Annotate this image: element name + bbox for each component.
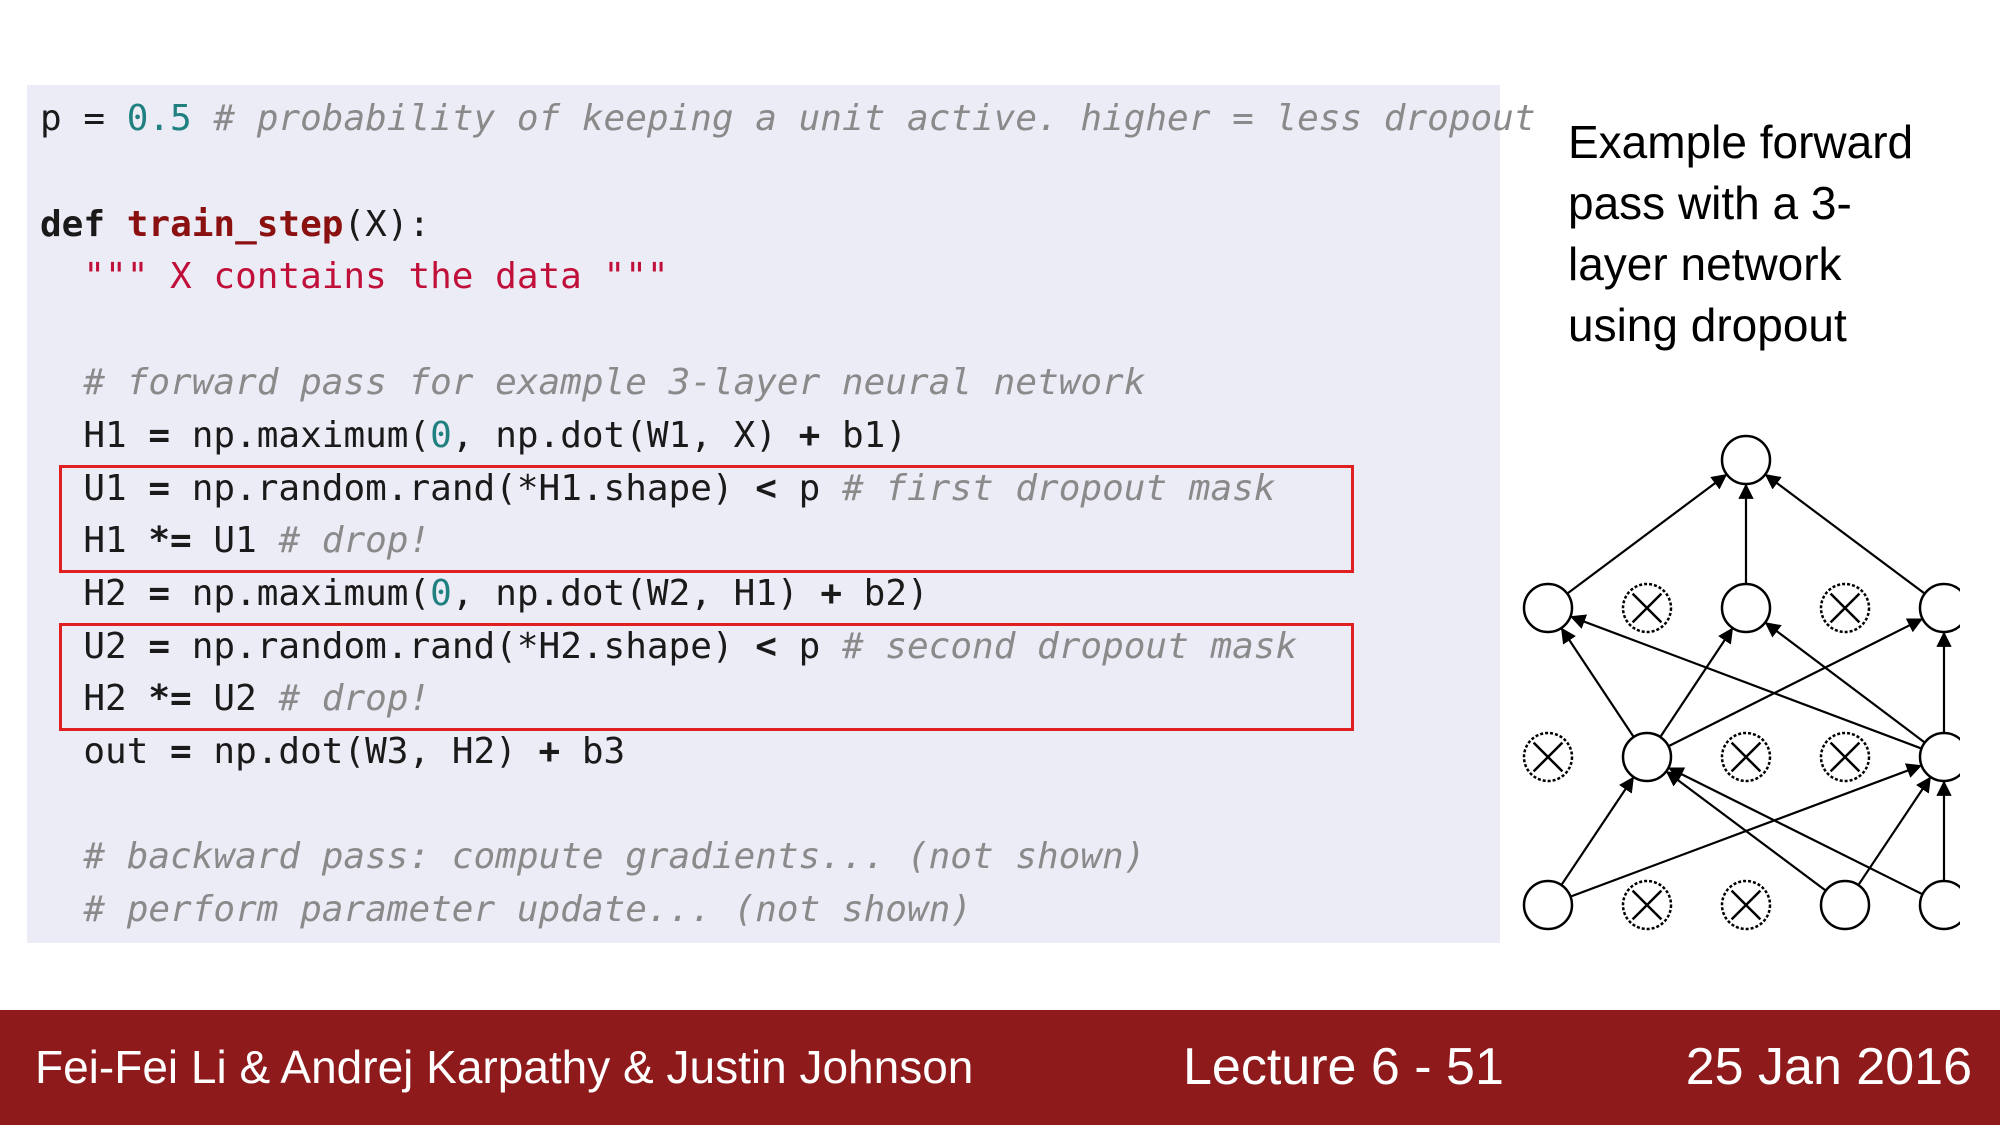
code-token: out — [40, 731, 171, 772]
code-comment: # forward pass for example 3-layer neura… — [40, 362, 1146, 403]
code-block: p = 0.5 # probability of keeping a unit … — [27, 85, 1536, 943]
code-operator: = — [170, 731, 192, 772]
code-token: b3 — [560, 731, 626, 772]
code-operator: + — [820, 573, 842, 614]
code-keyword: def — [40, 204, 106, 245]
highlight-box-first-mask — [59, 465, 1354, 573]
network-edge — [1560, 776, 1635, 886]
slide: p = 0.5 # probability of keeping a unit … — [0, 0, 2000, 1125]
network-edge — [1764, 622, 1926, 744]
footer-bar: Fei-Fei Li & Andrej Karpathy & Justin Jo… — [0, 1010, 2000, 1125]
code-comment: # backward pass: compute gradients... (n… — [40, 836, 1146, 877]
code-token: , np.dot(W1, X) — [451, 415, 799, 456]
code-operator: + — [538, 731, 561, 772]
dropped-unit-node — [1819, 582, 1871, 634]
code-token: H1 — [40, 415, 149, 456]
dropped-unit-node — [1621, 582, 1673, 634]
code-number: 0 — [430, 573, 452, 614]
network-edge — [1857, 776, 1932, 886]
dropped-unit-node — [1522, 731, 1574, 783]
code-operator: + — [798, 415, 821, 456]
footer-authors: Fei-Fei Li & Andrej Karpathy & Justin Jo… — [35, 1041, 974, 1093]
code-token: b2) — [842, 573, 929, 614]
code-token: , np.dot(W2, H1) — [451, 573, 821, 614]
active-unit-node — [1621, 731, 1673, 783]
code-token: np.maximum( — [170, 573, 431, 614]
code-line-3: """ X contains the data """ — [40, 255, 669, 299]
network-edge — [1667, 618, 1924, 748]
network-edge — [1560, 627, 1635, 738]
active-unit-node — [1720, 434, 1772, 486]
code-number: 0 — [430, 415, 452, 456]
side-caption-line: layer network — [1568, 238, 1842, 290]
network-edges — [1560, 474, 1952, 898]
code-function-name: train_step — [126, 204, 344, 245]
active-unit-node — [1720, 582, 1772, 634]
active-unit-node — [1918, 582, 1960, 634]
dropped-unit-node — [1720, 879, 1772, 931]
highlight-box-second-mask — [59, 623, 1354, 731]
code-comment: # perform parameter update... (not shown… — [40, 889, 972, 930]
side-caption-line: pass with a 3- — [1568, 177, 1852, 229]
dropout-network-diagram — [1522, 434, 1960, 931]
code-token: np.maximum( — [170, 415, 431, 456]
code-line-1: p = 0.5 # probability of keeping a unit … — [40, 97, 1536, 141]
code-token: p = — [40, 98, 127, 139]
code-line-11: out = np.dot(W3, H2) + b3 — [40, 730, 625, 774]
code-line-13: # perform parameter update... (not shown… — [40, 888, 972, 932]
side-caption-line: using dropout — [1568, 299, 1847, 351]
code-line-4: # forward pass for example 3-layer neura… — [40, 361, 1145, 405]
code-token: np.dot(W3, H2) — [191, 731, 539, 772]
dropped-unit-node — [1819, 731, 1871, 783]
active-unit-node — [1918, 879, 1960, 931]
active-unit-node — [1918, 731, 1960, 783]
active-unit-node — [1819, 879, 1871, 931]
active-unit-node — [1522, 582, 1574, 634]
code-line-8: H2 = np.maximum(0, np.dot(W2, H1) + b2) — [40, 572, 929, 616]
network-edge — [1566, 474, 1728, 595]
code-token: (X): — [343, 204, 431, 245]
active-unit-node — [1522, 879, 1574, 931]
network-nodes — [1522, 434, 1960, 931]
code-operator: = — [148, 573, 171, 614]
network-edge — [1667, 767, 1924, 896]
code-token: b1) — [820, 415, 908, 456]
footer-lecture-number: Lecture 6 - 51 — [1183, 1038, 1504, 1096]
code-line-5: H1 = np.maximum(0, np.dot(W1, X) + b1) — [40, 414, 907, 458]
code-operator: = — [148, 415, 171, 456]
network-edge — [1764, 474, 1926, 595]
network-edge — [1665, 771, 1827, 892]
code-comment: # probability of keeping a unit active. … — [191, 98, 1536, 139]
code-line-12: # backward pass: compute gradients... (n… — [40, 835, 1145, 879]
code-line-2: def train_step(X): — [40, 203, 430, 247]
network-edge — [1569, 614, 1922, 750]
dropped-unit-node — [1621, 879, 1673, 931]
side-caption: Example forward pass with a 3- layer net… — [1568, 112, 1988, 356]
code-number: 0.5 — [126, 98, 192, 139]
footer-date: 25 Jan 2016 — [1685, 1038, 1972, 1096]
code-token: H2 — [40, 573, 149, 614]
code-docstring: """ X contains the data """ — [40, 256, 669, 297]
dropped-unit-node — [1720, 731, 1772, 783]
side-caption-line: Example forward — [1568, 116, 1914, 168]
